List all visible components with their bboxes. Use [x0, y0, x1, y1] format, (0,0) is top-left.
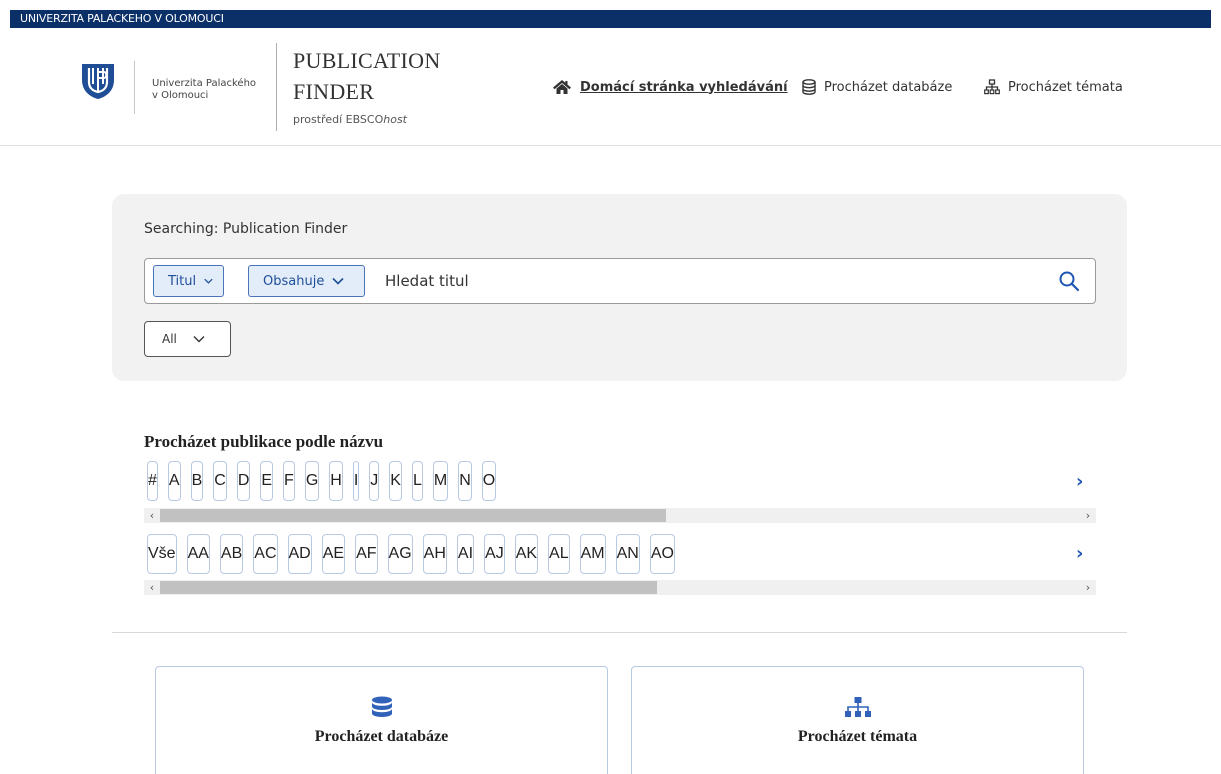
scroll-left-icon[interactable]: ‹ [144, 508, 160, 523]
nav-databases-link[interactable]: Procházet databáze [802, 79, 952, 95]
subletter-button[interactable]: AB [219, 534, 244, 574]
letter-button[interactable]: F [283, 461, 295, 501]
browse-heading: Procházet publikace podle názvu [144, 432, 384, 451]
letter-button[interactable]: E [260, 461, 274, 501]
subletter-button[interactable]: AE [321, 534, 346, 574]
nav-subjects-label: Procházet témata [1008, 79, 1123, 95]
match-select[interactable]: Obsahuje [248, 265, 365, 297]
subletter-button[interactable]: AO [649, 534, 675, 574]
nav-subjects-link[interactable]: Procházet témata [984, 79, 1123, 95]
section-divider [112, 632, 1127, 633]
search-input[interactable] [385, 267, 1025, 295]
search-panel: Searching: Publication Finder Titul Obsa… [112, 194, 1127, 381]
site-header: Univerzita Palackého v Olomouci PUBLICAT… [0, 28, 1221, 146]
subletter-button[interactable]: AN [615, 534, 640, 574]
subletter-button[interactable]: AG [387, 534, 413, 574]
university-name-line2: v Olomouci [152, 90, 209, 101]
university-banner: UNIVERZITA PALACKEHO V OLOMOUCI [10, 10, 1211, 28]
match-select-value: Obsahuje [263, 273, 325, 289]
search-scope-label: Searching: Publication Finder [144, 221, 348, 237]
row-fade [1051, 461, 1063, 501]
letter-button[interactable]: H [329, 461, 343, 501]
letter-button[interactable]: B [190, 461, 204, 501]
scroll-right-icon[interactable]: › [1080, 580, 1096, 595]
sitemap-icon [845, 697, 871, 717]
subletter-button[interactable]: AA [186, 534, 210, 574]
app-subtitle-prefix: prostředí EBSCO [293, 113, 384, 126]
browse-subjects-card[interactable]: Procházet témata [631, 666, 1084, 774]
nav-databases-label: Procházet databáze [824, 79, 953, 95]
subletter-row: Vše AA AB AC AD AE AF AG AH AI AJ AK AL AM AN AO [147, 534, 1061, 574]
field-select[interactable]: Titul [153, 265, 224, 297]
database-icon [802, 79, 816, 95]
letter-button[interactable]: J [369, 461, 380, 501]
sitemap-icon [984, 79, 1000, 95]
letter-button[interactable]: C [213, 461, 227, 501]
chevron-down-icon [332, 277, 344, 285]
browse-databases-label: Procházet databáze [314, 728, 449, 745]
subletter-button[interactable]: AI [456, 534, 475, 574]
app-title-line1: PUBLICATION [293, 48, 441, 73]
scope-select[interactable]: All [144, 321, 231, 357]
home-icon [553, 80, 571, 94]
title-divider [276, 43, 277, 131]
letter-button[interactable]: O [481, 461, 497, 501]
subletter-button[interactable]: Vše [147, 534, 177, 574]
app-subtitle: prostředí EBSCOhost [293, 113, 407, 126]
letter-button[interactable]: I [352, 461, 360, 501]
chevron-down-icon [193, 336, 205, 343]
letter-button[interactable]: N [458, 461, 472, 501]
letter-button[interactable]: # [147, 461, 158, 501]
letter-row: # A B C D E F G H I J K L M N O [147, 461, 1063, 501]
search-icon[interactable] [1057, 269, 1081, 293]
browse-subjects-label: Procházet témata [797, 728, 918, 745]
chevron-down-icon [204, 278, 213, 284]
university-name-line1: Univerzita Palackého [152, 78, 257, 89]
university-emblem-icon[interactable] [80, 62, 116, 100]
scrollbar-thumb[interactable] [160, 509, 666, 522]
letter-button[interactable]: K [389, 461, 402, 501]
app-title-line2: FINDER [293, 79, 375, 104]
row-fade [1049, 534, 1061, 574]
logo-divider [134, 61, 135, 114]
scope-select-value: All [162, 332, 177, 346]
subletter-button[interactable]: AD [287, 534, 312, 574]
subletter-button[interactable]: AJ [484, 534, 505, 574]
subletter-button[interactable]: AF [355, 534, 378, 574]
browse-databases-card[interactable]: Procházet databáze [155, 666, 608, 774]
subletters-next-button[interactable]: › [1076, 543, 1083, 564]
nav-home-link[interactable]: Domácí stránka vyhledávání [552, 79, 788, 95]
university-name[interactable]: Univerzita Palackého v Olomouci [152, 78, 256, 102]
subletter-row-scrollbar[interactable]: ‹ › [144, 580, 1096, 595]
scrollbar-thumb[interactable] [160, 581, 657, 594]
subletter-button[interactable]: AL [548, 534, 570, 574]
letter-button[interactable]: D [236, 461, 251, 501]
letter-button[interactable]: M [432, 461, 449, 501]
letter-button[interactable]: L [411, 461, 423, 501]
letter-button[interactable]: A [167, 461, 181, 501]
scroll-right-icon[interactable]: › [1080, 508, 1096, 523]
nav-home-label: Domácí stránka vyhledávání [580, 79, 788, 95]
subletter-button[interactable]: AK [514, 534, 539, 574]
letters-next-button[interactable]: › [1076, 471, 1083, 492]
letter-button[interactable]: G [304, 461, 320, 501]
app-subtitle-host: host [383, 113, 407, 126]
search-bar: Titul Obsahuje [144, 258, 1096, 304]
database-icon [372, 696, 392, 717]
subletter-button[interactable]: AH [422, 534, 447, 574]
scroll-left-icon[interactable]: ‹ [144, 580, 160, 595]
subletter-button[interactable]: AC [253, 534, 278, 574]
subletter-button[interactable]: AM [579, 534, 606, 574]
university-banner-text: UNIVERZITA PALACKEHO V OLOMOUCI [20, 12, 224, 25]
app-title[interactable]: PUBLICATION FINDER [293, 45, 441, 107]
field-select-value: Titul [168, 273, 197, 289]
letter-row-scrollbar[interactable]: ‹ › [144, 508, 1096, 523]
